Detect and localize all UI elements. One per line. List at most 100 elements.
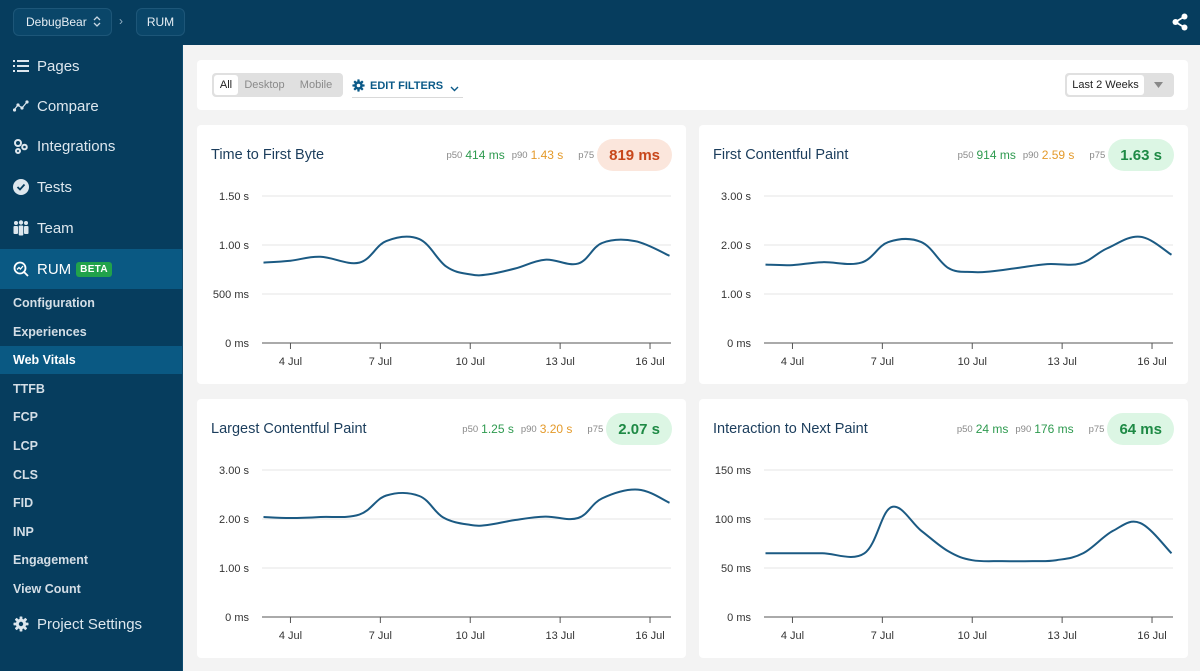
line-chart[interactable]: 0 ms 1.00 s 2.00 s 3.00 s 4 Jul 7 Jul 10 Jul 13… bbox=[699, 180, 1188, 384]
edit-filters-button[interactable]: EDIT FILTERS bbox=[352, 74, 464, 98]
data-point[interactable] bbox=[855, 257, 867, 269]
data-point[interactable] bbox=[942, 262, 954, 274]
data-point[interactable] bbox=[759, 547, 771, 559]
x-tick-label: 7 Jul bbox=[871, 356, 894, 368]
line-chart[interactable]: 0 ms 500 ms 1.00 s 1.50 s 4 Jul 7 Jul 10 Jul 13… bbox=[197, 180, 686, 384]
data-point[interactable] bbox=[915, 525, 927, 537]
data-point[interactable] bbox=[664, 250, 676, 262]
data-point[interactable] bbox=[1101, 242, 1113, 254]
sidebar-subitem-ttfb[interactable]: TTFB bbox=[0, 375, 182, 403]
sidebar-subitem-view-count[interactable]: View Count bbox=[0, 575, 182, 603]
line-chart[interactable]: 0 ms 1.00 s 2.00 s 3.00 s 4 Jul 7 Jul 10 Jul 13… bbox=[197, 454, 686, 658]
data-point[interactable] bbox=[816, 547, 828, 559]
sidebar-item-compare[interactable]: Compare bbox=[0, 86, 182, 126]
line-chart[interactable]: 0 ms 50 ms 100 ms 150 ms 4 Jul 7 Jul 10 Jul 13 … bbox=[699, 454, 1188, 658]
sidebar-subitem-web-vitals[interactable]: Web Vitals bbox=[0, 346, 182, 374]
data-point[interactable] bbox=[1074, 258, 1086, 270]
sidebar-subitem-engagement[interactable]: Engagement bbox=[0, 546, 182, 574]
device-tab-desktop[interactable]: Desktop bbox=[238, 75, 291, 95]
sidebar: Pages Compare Integrations Tests Team RU… bbox=[0, 45, 183, 671]
data-point[interactable] bbox=[437, 512, 449, 524]
data-point[interactable] bbox=[882, 236, 894, 248]
data-point[interactable] bbox=[664, 497, 676, 509]
project-switcher[interactable]: DebugBear bbox=[13, 8, 112, 36]
data-point[interactable] bbox=[539, 254, 551, 266]
data-point[interactable] bbox=[596, 237, 608, 249]
data-point[interactable] bbox=[632, 484, 644, 496]
data-point[interactable] bbox=[1041, 258, 1053, 270]
data-point[interactable] bbox=[539, 511, 551, 523]
data-point[interactable] bbox=[257, 257, 269, 269]
data-point[interactable] bbox=[816, 256, 828, 268]
sidebar-subitem-experiences[interactable]: Experiences bbox=[0, 318, 182, 346]
data-point[interactable] bbox=[284, 512, 296, 524]
sidebar-subitem-configuration[interactable]: Configuration bbox=[0, 289, 182, 317]
sidebar-subitem-inp[interactable]: INP bbox=[0, 518, 182, 546]
data-point[interactable] bbox=[509, 263, 521, 275]
data-point[interactable] bbox=[942, 545, 954, 557]
x-tick-label: 16 Jul bbox=[635, 630, 664, 642]
data-point[interactable] bbox=[353, 509, 365, 521]
sidebar-subitem-lcp[interactable]: LCP bbox=[0, 432, 182, 460]
card-title: Interaction to Next Paint bbox=[713, 421, 868, 437]
data-point[interactable] bbox=[1026, 555, 1038, 567]
sidebar-item-pages[interactable]: Pages bbox=[0, 46, 182, 86]
data-point[interactable] bbox=[572, 512, 584, 524]
data-point[interactable] bbox=[915, 236, 927, 248]
y-tick-label: 0 ms bbox=[225, 612, 249, 624]
sidebar-item-project-settings[interactable]: Project Settings bbox=[0, 604, 182, 644]
sidebar-subitem-fcp[interactable]: FCP bbox=[0, 403, 182, 431]
data-point[interactable] bbox=[1134, 517, 1146, 529]
y-tick-label: 50 ms bbox=[721, 563, 751, 575]
data-point[interactable] bbox=[482, 519, 494, 531]
data-point[interactable] bbox=[786, 259, 798, 271]
device-tab-all[interactable]: All bbox=[214, 75, 238, 95]
data-point[interactable] bbox=[1050, 554, 1062, 566]
data-point[interactable] bbox=[257, 511, 269, 523]
data-point[interactable] bbox=[786, 547, 798, 559]
data-point[interactable] bbox=[509, 514, 521, 526]
device-segmented-control: All Desktop Mobile bbox=[212, 73, 343, 97]
data-point[interactable] bbox=[759, 259, 771, 271]
sidebar-item-tests[interactable]: Tests bbox=[0, 167, 182, 207]
data-point[interactable] bbox=[1011, 262, 1023, 274]
data-point[interactable] bbox=[984, 265, 996, 277]
sidebar-item-label: Team bbox=[37, 219, 74, 237]
data-point[interactable] bbox=[380, 489, 392, 501]
data-point[interactable] bbox=[1107, 525, 1119, 537]
x-tick-label: 4 Jul bbox=[279, 630, 302, 642]
data-point[interactable] bbox=[966, 266, 978, 278]
date-range-select[interactable]: Last 2 Weeks bbox=[1065, 73, 1174, 97]
data-point[interactable] bbox=[885, 501, 897, 513]
data-point[interactable] bbox=[996, 555, 1008, 567]
sidebar-subitem-fid[interactable]: FID bbox=[0, 489, 182, 517]
data-point[interactable] bbox=[353, 257, 365, 269]
compare-icon bbox=[12, 97, 30, 115]
breadcrumb-rum[interactable]: RUM bbox=[136, 8, 185, 36]
data-point[interactable] bbox=[629, 235, 641, 247]
data-point[interactable] bbox=[482, 268, 494, 280]
data-point[interactable] bbox=[314, 511, 326, 523]
data-point[interactable] bbox=[440, 261, 452, 273]
device-tab-mobile[interactable]: Mobile bbox=[291, 75, 341, 95]
data-point[interactable] bbox=[314, 251, 326, 263]
data-point[interactable] bbox=[596, 492, 608, 504]
data-point[interactable] bbox=[284, 255, 296, 267]
sidebar-item-rum[interactable]: RUM BETA bbox=[0, 249, 182, 289]
share-icon[interactable] bbox=[1172, 13, 1188, 31]
data-point[interactable] bbox=[966, 554, 978, 566]
data-point[interactable] bbox=[1134, 231, 1146, 243]
sidebar-subitem-cls[interactable]: CLS bbox=[0, 461, 182, 489]
data-point[interactable] bbox=[858, 547, 870, 559]
sidebar-item-team[interactable]: Team bbox=[0, 208, 182, 248]
data-point[interactable] bbox=[413, 233, 425, 245]
data-point[interactable] bbox=[1077, 547, 1089, 559]
data-point[interactable] bbox=[1166, 249, 1178, 261]
sidebar-item-integrations[interactable]: Integrations bbox=[0, 126, 182, 166]
data-point[interactable] bbox=[464, 519, 476, 531]
data-point[interactable] bbox=[380, 235, 392, 247]
data-point[interactable] bbox=[413, 490, 425, 502]
data-point[interactable] bbox=[1166, 547, 1178, 559]
data-point[interactable] bbox=[464, 268, 476, 280]
data-point[interactable] bbox=[572, 258, 584, 270]
